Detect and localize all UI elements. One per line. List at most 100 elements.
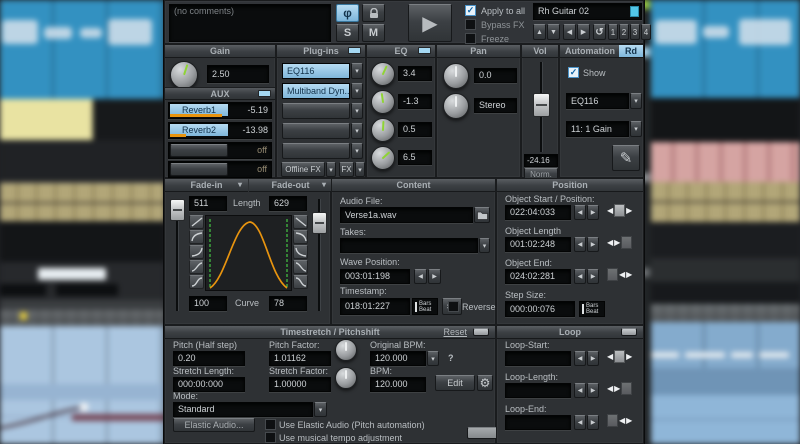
fade-out-curve-log-button[interactable] — [293, 230, 308, 244]
plugin-slot-2-dropdown[interactable]: ▾ — [351, 83, 363, 99]
fade-out-curve-cosine-button[interactable] — [293, 275, 308, 289]
takes-dropdown[interactable]: ▾ — [479, 238, 490, 253]
bpm-edit-settings-button[interactable]: ⚙ — [477, 375, 493, 391]
bpm-edit-button[interactable]: Edit — [435, 375, 475, 391]
loop-start-field[interactable] — [505, 351, 571, 366]
fade-in-curve-log-button[interactable] — [189, 230, 204, 244]
eq-band-2-value[interactable]: -1.3 — [398, 94, 432, 109]
fade-out-curve-linear-button[interactable] — [293, 215, 308, 229]
loop-start-increment[interactable]: ▶ — [587, 351, 599, 366]
fade-out-slider-handle[interactable] — [312, 212, 327, 234]
fade-out-curve-field[interactable]: 78 — [269, 296, 307, 311]
aux-send-level-bar[interactable] — [170, 114, 222, 117]
bpm-help-link[interactable]: ? — [448, 353, 454, 364]
eq-band-1-knob[interactable] — [371, 62, 395, 86]
step-size-format-display[interactable]: BarsBeat — [579, 301, 605, 317]
eq-band-3-value[interactable]: 0.5 — [398, 122, 432, 137]
object-end-increment[interactable]: ▶ — [587, 269, 599, 284]
fx-dropdown[interactable]: ▾ — [355, 162, 365, 177]
loop-length-increment[interactable]: ▶ — [587, 383, 599, 398]
object-down-button[interactable]: ▼ — [547, 24, 560, 40]
fade-out-curve-exp-button[interactable] — [293, 245, 308, 259]
object-length-increment[interactable]: ▶ — [587, 237, 599, 252]
fade-in-curve-cosine-button[interactable] — [189, 275, 204, 289]
object-name-field[interactable]: Rh Guitar 02 — [533, 3, 642, 20]
loop-start-icon[interactable]: ◀▶ — [607, 350, 632, 363]
loop-indicator-button[interactable] — [621, 328, 637, 336]
loop-end-field[interactable] — [505, 415, 571, 430]
pitch-factor-field[interactable]: 1.01162 — [269, 351, 331, 366]
object-length-decrement[interactable]: ◀ — [574, 237, 586, 252]
object-up-button[interactable]: ▲ — [533, 24, 546, 40]
fade-in-header[interactable]: Fade-in▾ — [165, 179, 248, 192]
stretch-length-icon[interactable]: ◀▶ — [607, 236, 632, 249]
takes-select[interactable] — [340, 238, 478, 253]
eq-indicator[interactable] — [418, 47, 431, 54]
wave-position-increment[interactable]: ▶ — [428, 269, 441, 284]
plugin-slot-4-dropdown[interactable]: ▾ — [351, 123, 363, 139]
loop-length-field[interactable] — [505, 383, 571, 398]
automation-parameter-select[interactable]: 11: 1 Gain — [566, 121, 629, 137]
fade-out-header[interactable]: Fade-out▾ — [249, 179, 332, 192]
lock-button[interactable] — [362, 4, 385, 22]
loop-end-icon[interactable]: ◀▶ — [607, 414, 632, 427]
wave-position-field[interactable]: 003:01:198 — [340, 269, 410, 284]
stretch-knob[interactable] — [335, 367, 357, 389]
plugin-slot-4[interactable] — [282, 123, 350, 139]
loop-length-decrement[interactable]: ◀ — [574, 383, 586, 398]
offline-fx-button[interactable]: Offline FX — [281, 162, 325, 177]
timestretch-misc-button[interactable] — [467, 427, 499, 439]
fade-in-curve-scurve-button[interactable] — [189, 260, 204, 274]
automation-draw-button[interactable]: ✎ — [612, 145, 640, 171]
use-musical-tempo-checkbox[interactable] — [265, 432, 276, 443]
loop-start-decrement[interactable]: ◀ — [574, 351, 586, 366]
plugin-slot-2[interactable]: Multiband Dyn... — [282, 83, 350, 99]
fade-out-curve-scurve-button[interactable] — [293, 260, 308, 274]
freeze-checkbox[interactable] — [465, 33, 476, 44]
plugin-slot-5-dropdown[interactable]: ▾ — [351, 143, 363, 159]
apply-to-all-checkbox[interactable]: ✓ — [465, 5, 476, 16]
wave-position-decrement[interactable]: ◀ — [414, 269, 427, 284]
mode-select[interactable]: Standard — [173, 402, 313, 417]
preset-3-button[interactable]: 3 — [630, 24, 640, 40]
move-object-icon[interactable]: ◀▶ — [607, 204, 632, 217]
offline-fx-dropdown[interactable]: ▾ — [326, 162, 336, 177]
mute-button[interactable]: M — [362, 24, 385, 42]
mode-dropdown[interactable]: ▾ — [314, 402, 327, 417]
plugin-slot-3-dropdown[interactable]: ▾ — [351, 103, 363, 119]
step-size-field[interactable]: 000:00:076 — [505, 301, 575, 317]
browse-file-button[interactable] — [474, 207, 490, 223]
object-end-decrement[interactable]: ◀ — [574, 269, 586, 284]
plugin-slot-3[interactable] — [282, 103, 350, 119]
move-end-icon[interactable]: ◀▶ — [607, 268, 632, 281]
timestamp-format-display[interactable]: BarsBeat — [412, 298, 438, 315]
gain-value-field[interactable]: 2.50 — [207, 65, 269, 83]
timestretch-indicator-button[interactable] — [473, 328, 489, 336]
phase-button[interactable]: φ — [336, 4, 359, 22]
bypass-fx-checkbox[interactable] — [465, 19, 476, 30]
automation-plugin-select[interactable]: EQ116 — [566, 93, 629, 109]
original-bpm-field[interactable]: 120.000 — [370, 351, 426, 366]
audio-file-field[interactable]: Verse1a.wav — [340, 207, 473, 223]
pan-value-field[interactable]: 0.0 — [474, 68, 517, 83]
aux-send-name-button[interactable] — [170, 163, 228, 176]
color-swatch[interactable] — [630, 6, 639, 17]
plugin-slot-1[interactable]: EQ116 — [282, 63, 350, 79]
automation-mode-tab[interactable]: Rd — [619, 45, 643, 57]
elastic-audio-button[interactable]: Elastic Audio... — [173, 418, 255, 432]
reverse-checkbox[interactable] — [448, 301, 459, 312]
timestamp-field[interactable]: 018:01:227 — [340, 298, 410, 315]
eq-band-4-knob[interactable] — [371, 146, 395, 170]
object-prev-button[interactable]: ◀ — [563, 24, 576, 40]
automation-show-checkbox[interactable]: ✓ — [568, 67, 579, 78]
loop-end-decrement[interactable]: ◀ — [574, 415, 586, 430]
object-start-field[interactable]: 022:04:033 — [505, 205, 571, 220]
fade-out-length-field[interactable]: 629 — [269, 196, 307, 211]
pan-knob[interactable] — [443, 63, 469, 89]
stretch-length-field[interactable]: 000:00:000 — [173, 377, 245, 392]
automation-parameter-dropdown[interactable]: ▾ — [630, 121, 642, 137]
original-bpm-dropdown[interactable]: ▾ — [427, 351, 439, 366]
fx-button[interactable]: FX — [339, 162, 354, 177]
pitch-field[interactable]: 0.20 — [173, 351, 245, 366]
stretch-factor-field[interactable]: 1.00000 — [269, 377, 331, 392]
